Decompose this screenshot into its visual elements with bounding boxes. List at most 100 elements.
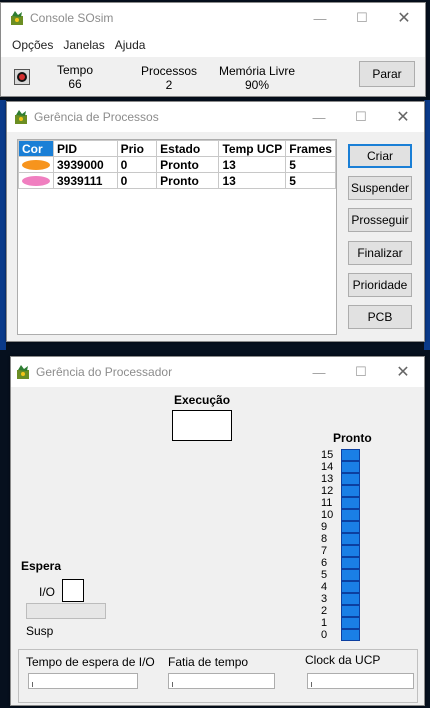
stat-processos: Processos 2 bbox=[137, 64, 201, 92]
clock-slider[interactable] bbox=[307, 673, 414, 689]
ready-queue: 15 14 13 12 11 10 9 8 7 6 5 4 3 2 1 0 bbox=[319, 449, 364, 641]
ready-queue-row: 7 bbox=[319, 545, 364, 557]
process-manager-window: Gerência de Processos — ☐ ✕ Cor PID Prio… bbox=[6, 101, 425, 342]
menu-opcoes[interactable]: Opções bbox=[12, 38, 53, 52]
stat-memoria-value: 90% bbox=[244, 78, 270, 92]
ready-level-label: 1 bbox=[321, 617, 328, 629]
ready-queue-slot bbox=[341, 497, 360, 509]
process-titlebar[interactable]: Gerência de Processos — ☐ ✕ bbox=[7, 102, 424, 132]
console-window: Console SOsim — ☐ ✕ Opções Janelas Ajuda… bbox=[0, 2, 426, 97]
ready-queue-slot bbox=[341, 617, 360, 629]
ready-queue-slot bbox=[341, 485, 360, 497]
ready-level-label: 6 bbox=[321, 557, 328, 569]
processor-manager-window: Gerência do Processador — ☐ ✕ Execução P… bbox=[10, 356, 425, 706]
ready-queue-row: 11 bbox=[319, 497, 364, 509]
processor-title: Gerência do Processador bbox=[36, 365, 173, 379]
ready-queue-row: 3 bbox=[319, 593, 364, 605]
io-label: I/O bbox=[39, 585, 56, 599]
stat-memoria-label: Memória Livre bbox=[218, 64, 296, 78]
process-color-cell bbox=[18, 156, 54, 173]
ready-queue-slot bbox=[341, 521, 360, 533]
ready-queue-row: 1 bbox=[319, 617, 364, 629]
pcb-button[interactable]: PCB bbox=[348, 305, 412, 329]
ready-queue-slot bbox=[341, 581, 360, 593]
console-menubar: Opções Janelas Ajuda bbox=[1, 33, 425, 57]
maximize-icon[interactable]: ☐ bbox=[341, 3, 383, 33]
ready-level-label: 4 bbox=[321, 581, 328, 593]
ready-queue-row: 6 bbox=[319, 557, 364, 569]
col-frames[interactable]: Frames bbox=[285, 140, 336, 157]
timeslice-slider-label: Fatia de tempo bbox=[168, 655, 249, 669]
record-icon[interactable] bbox=[14, 69, 30, 85]
col-prio[interactable]: Prio bbox=[116, 140, 158, 157]
create-button[interactable]: Criar bbox=[348, 144, 412, 168]
stat-tempo-value: 66 bbox=[68, 77, 82, 91]
sosim-app-icon bbox=[15, 364, 31, 380]
maximize-icon[interactable]: ☐ bbox=[340, 357, 382, 387]
ready-queue-row: 0 bbox=[319, 629, 364, 641]
stat-processos-value: 2 bbox=[165, 78, 173, 92]
process-prio: 0 bbox=[116, 172, 158, 189]
suspend-button[interactable]: Suspender bbox=[348, 176, 412, 200]
table-row[interactable]: 3939111 0 Pronto 13 5 bbox=[18, 172, 336, 189]
minimize-icon[interactable]: — bbox=[298, 102, 340, 132]
close-icon[interactable]: ✕ bbox=[382, 102, 424, 132]
close-icon[interactable]: ✕ bbox=[383, 3, 425, 33]
minimize-icon[interactable]: — bbox=[299, 3, 341, 33]
process-table: Cor PID Prio Estado Temp UCP Frames 3939… bbox=[18, 140, 336, 189]
close-icon[interactable]: ✕ bbox=[382, 357, 424, 387]
stat-memoria: Memória Livre 90% bbox=[215, 64, 299, 92]
ready-queue-row: 15 bbox=[319, 449, 364, 461]
resume-button[interactable]: Prosseguir bbox=[348, 208, 412, 232]
process-frames: 5 bbox=[285, 172, 336, 189]
ready-level-label: 12 bbox=[321, 485, 334, 497]
ready-queue-slot bbox=[341, 629, 360, 641]
timeslice-slider[interactable] bbox=[168, 673, 275, 689]
ready-level-label: 9 bbox=[321, 521, 328, 533]
ready-level-label: 0 bbox=[321, 629, 328, 641]
table-row[interactable]: 3939000 0 Pronto 13 5 bbox=[18, 156, 336, 173]
console-titlebar[interactable]: Console SOsim — ☐ ✕ bbox=[1, 3, 425, 33]
stop-button[interactable]: Parar bbox=[359, 61, 415, 87]
minimize-icon[interactable]: — bbox=[298, 357, 340, 387]
ready-level-label: 3 bbox=[321, 593, 328, 605]
ready-label: Pronto bbox=[333, 431, 372, 445]
menu-ajuda[interactable]: Ajuda bbox=[115, 38, 146, 52]
ready-queue-slot bbox=[341, 473, 360, 485]
process-pid: 3939111 bbox=[53, 172, 118, 189]
col-pid[interactable]: PID bbox=[53, 140, 118, 157]
process-frames: 5 bbox=[285, 156, 336, 173]
ready-level-label: 10 bbox=[321, 509, 334, 521]
ready-queue-slot bbox=[341, 545, 360, 557]
col-estado[interactable]: Estado bbox=[156, 140, 220, 157]
io-box bbox=[62, 579, 84, 602]
process-color-cell bbox=[18, 172, 54, 189]
ready-level-label: 8 bbox=[321, 533, 328, 545]
ready-level-label: 2 bbox=[321, 605, 328, 617]
process-title: Gerência de Processos bbox=[34, 110, 159, 124]
processor-titlebar[interactable]: Gerência do Processador — ☐ ✕ bbox=[11, 357, 424, 387]
ready-queue-row: 4 bbox=[319, 581, 364, 593]
sosim-app-icon bbox=[13, 109, 29, 125]
execution-label: Execução bbox=[174, 393, 231, 407]
process-table-container: Cor PID Prio Estado Temp UCP Frames 3939… bbox=[17, 139, 337, 335]
ready-queue-slot bbox=[341, 593, 360, 605]
ready-queue-row: 2 bbox=[319, 605, 364, 617]
ready-queue-row: 14 bbox=[319, 461, 364, 473]
ready-queue-slot bbox=[341, 605, 360, 617]
io-wait-slider[interactable] bbox=[28, 673, 138, 689]
finish-button[interactable]: Finalizar bbox=[348, 241, 412, 265]
ready-queue-row: 9 bbox=[319, 521, 364, 533]
console-title: Console SOsim bbox=[30, 11, 114, 25]
ready-level-label: 13 bbox=[321, 473, 334, 485]
ready-queue-row: 13 bbox=[319, 473, 364, 485]
stat-processos-label: Processos bbox=[140, 64, 198, 78]
col-cor[interactable]: Cor bbox=[18, 140, 54, 157]
maximize-icon[interactable]: ☐ bbox=[340, 102, 382, 132]
process-color-swatch bbox=[22, 176, 50, 187]
menu-janelas[interactable]: Janelas bbox=[63, 38, 104, 52]
susp-progress bbox=[26, 603, 106, 619]
ready-queue-slot bbox=[341, 449, 360, 461]
priority-button[interactable]: Prioridade bbox=[348, 273, 412, 297]
col-temp-ucp[interactable]: Temp UCP bbox=[218, 140, 287, 157]
